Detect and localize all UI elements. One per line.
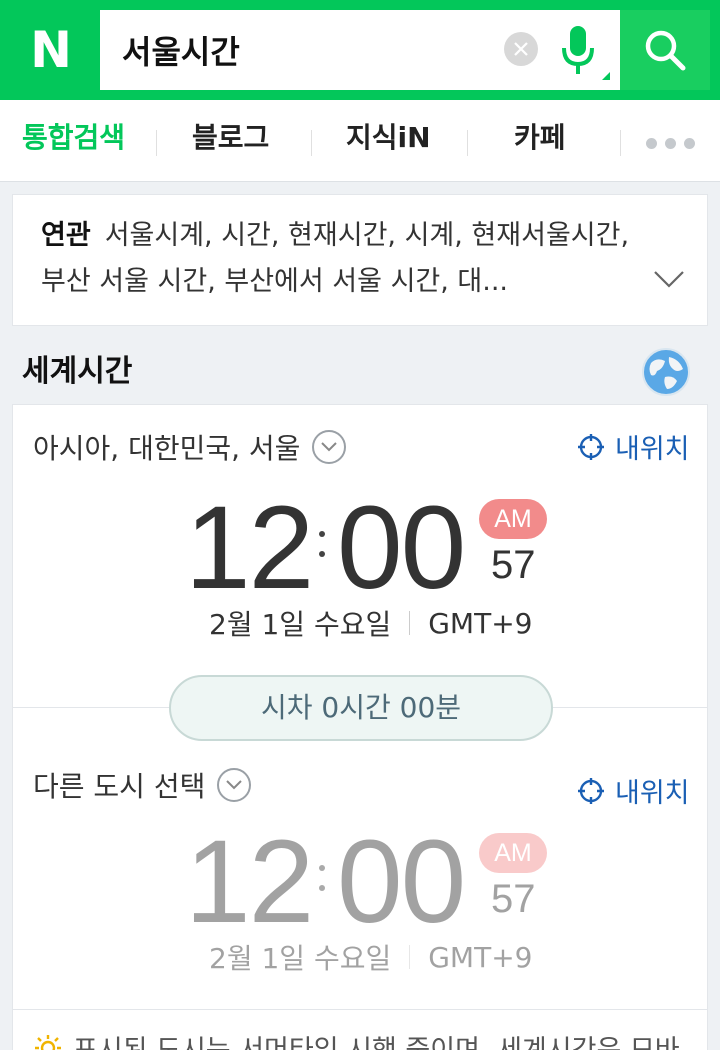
- search-icon: [645, 30, 686, 71]
- crosshair-icon: [578, 433, 604, 460]
- voice-search-button[interactable]: [558, 24, 598, 80]
- chevron-down-icon: [217, 768, 252, 802]
- date-row: 2월 1일 수요일 GMT+9: [209, 603, 532, 643]
- tab-divider: [467, 130, 468, 156]
- timezone-label: GMT+9: [428, 606, 533, 640]
- notice-text: 표시된 도시는 서머타임 시행 중이며, 세계시간은 모바: [73, 1028, 680, 1050]
- related-searches-card: 연관 서울시계, 시간, 현재시간, 시계, 현재서울시간, 부산 서울 시간, …: [12, 194, 708, 326]
- crosshair-icon: [578, 777, 604, 804]
- clock-hours: 12: [185, 482, 314, 614]
- other-city-selector[interactable]: 다른 도시 선택: [33, 765, 252, 805]
- logo-text: N: [30, 21, 72, 79]
- my-location-label: 내위치: [615, 434, 690, 465]
- chevron-down-icon: [312, 430, 347, 464]
- tab-divider: [311, 130, 312, 156]
- sun-icon: [35, 1034, 61, 1050]
- section-title: 세계시간: [22, 354, 133, 389]
- autocomplete-toggle-icon[interactable]: [602, 72, 610, 80]
- tab-integrated-search[interactable]: 통합검색: [22, 118, 125, 158]
- time-difference-badge: 시차 0시간 00분: [169, 675, 553, 741]
- daylight-saving-notice: 표시된 도시는 서머타임 시행 중이며, 세계시간은 모바: [33, 1028, 680, 1050]
- clock-seconds: 57: [491, 877, 536, 921]
- ampm-badge: AM: [479, 499, 547, 539]
- naver-logo[interactable]: N: [0, 0, 100, 100]
- microphone-icon: [562, 26, 594, 74]
- search-box: [100, 10, 620, 90]
- tab-blog[interactable]: 블로그: [192, 118, 269, 158]
- more-tabs-icon[interactable]: [646, 138, 695, 149]
- close-icon: [514, 42, 528, 56]
- world-time-card: 아시아, 대한민국, 서울 내위치 12 00 AM 57 2월 1일 수요일 …: [12, 404, 708, 1050]
- city-selector[interactable]: 아시아, 대한민국, 서울: [33, 427, 347, 467]
- clear-button[interactable]: [504, 32, 538, 66]
- timezone-label: GMT+9: [428, 940, 533, 974]
- chevron-down-icon[interactable]: [653, 269, 685, 289]
- top-bar: N: [0, 0, 720, 100]
- my-location-label: 내위치: [615, 778, 690, 809]
- search-input[interactable]: [122, 26, 482, 74]
- date-label: 2월 1일 수요일: [209, 608, 392, 641]
- divider: [409, 611, 411, 635]
- search-button[interactable]: [620, 10, 710, 90]
- clock-hours: 12: [185, 816, 314, 948]
- divider: [409, 945, 411, 969]
- related-keywords[interactable]: 서울시계, 시간, 현재시간, 시계, 현재서울시간, 부산 서울 시간, 부산…: [41, 220, 629, 297]
- tab-cafe[interactable]: 카페: [514, 118, 566, 158]
- related-searches: 연관 서울시계, 시간, 현재시간, 시계, 현재서울시간, 부산 서울 시간, …: [41, 213, 661, 305]
- clock-colon: [319, 865, 325, 905]
- ampm-badge: AM: [479, 833, 547, 873]
- globe-icon[interactable]: [641, 347, 691, 397]
- clock-minutes: 00: [337, 482, 466, 614]
- clock-colon: [319, 531, 325, 571]
- related-title: 연관: [41, 220, 91, 251]
- city-name: 아시아, 대한민국, 서울: [33, 432, 301, 465]
- tab-knowledge-in[interactable]: 지식iN: [346, 118, 431, 158]
- my-location-button[interactable]: 내위치: [577, 771, 690, 810]
- city-name: 다른 도시 선택: [33, 770, 206, 803]
- search-tabs: 통합검색 블로그 지식iN 카페: [0, 100, 720, 182]
- clock-seconds: 57: [491, 543, 536, 587]
- clock-minutes: 00: [337, 816, 466, 948]
- date-label: 2월 1일 수요일: [209, 942, 392, 975]
- tab-divider: [156, 130, 157, 156]
- tab-divider: [620, 130, 621, 156]
- date-row: 2월 1일 수요일 GMT+9: [209, 937, 532, 977]
- my-location-button[interactable]: 내위치: [577, 427, 690, 466]
- notice-area: 표시된 도시는 서머타임 시행 중이며, 세계시간은 모바: [13, 1009, 707, 1050]
